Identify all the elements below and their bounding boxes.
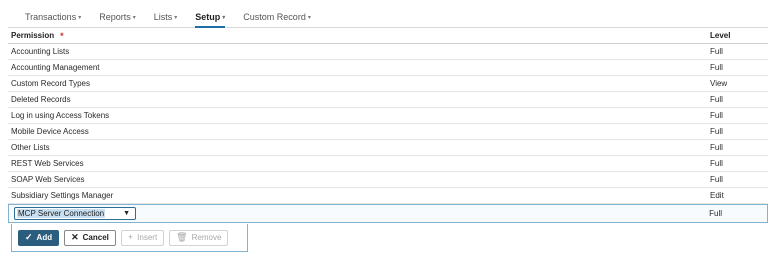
tab-label: Custom Record — [243, 12, 306, 22]
level-cell: Full — [710, 63, 723, 72]
tab-reports[interactable]: Reports ▾ — [90, 12, 145, 27]
permission-cell: Log in using Access Tokens — [11, 111, 110, 120]
insert-button[interactable]: + Insert — [120, 229, 165, 246]
table-row[interactable]: Accounting Lists Full — [8, 44, 768, 60]
table-row[interactable]: Accounting Management Full — [8, 60, 768, 76]
permission-cell: Custom Record Types — [11, 79, 90, 88]
cancel-button[interactable]: ✕ Cancel — [64, 229, 116, 246]
level-cell: Full — [710, 159, 723, 168]
permission-header-label: Permission — [11, 31, 55, 40]
row-action-bar: ✓ Add ✕ Cancel + Insert 🗑 Remove — [11, 224, 248, 252]
level-cell: Full — [710, 47, 723, 56]
remove-button[interactable]: 🗑 Remove — [169, 229, 229, 246]
subtab-bar: Transactions ▾ Reports ▾ Lists ▾ Setup ▾… — [8, 0, 768, 28]
tab-label: Setup — [195, 12, 221, 22]
permission-cell: Subsidiary Settings Manager — [11, 191, 114, 200]
table-row[interactable]: Log in using Access Tokens Full — [8, 108, 768, 124]
level-cell: Full — [710, 127, 723, 136]
level-cell: Full — [710, 175, 723, 184]
tab-label: Reports — [99, 12, 131, 22]
table-row[interactable]: Other Lists Full — [8, 140, 768, 156]
permission-cell: REST Web Services — [11, 159, 84, 168]
table-row[interactable]: SOAP Web Services Full — [8, 172, 768, 188]
add-button-label: Add — [36, 233, 53, 242]
required-marker: * — [60, 30, 64, 41]
level-cell: Edit — [710, 191, 724, 200]
permission-cell: Accounting Management — [11, 63, 100, 72]
chevron-down-icon: ▾ — [307, 14, 311, 21]
tab-label: Transactions — [25, 12, 77, 22]
permission-cell: Accounting Lists — [11, 47, 70, 56]
table-row[interactable]: Deleted Records Full — [8, 92, 768, 108]
level-cell: Full — [710, 111, 723, 120]
level-cell: Full — [710, 95, 723, 104]
table-row[interactable]: REST Web Services Full — [8, 156, 768, 172]
checkmark-icon: ✓ — [25, 232, 33, 242]
permission-cell: Mobile Device Access — [11, 127, 89, 136]
caret-down-icon: ▼ — [123, 210, 130, 217]
tab-transactions[interactable]: Transactions ▾ — [16, 12, 90, 27]
permission-cell: Deleted Records — [11, 95, 71, 104]
level-column-header: Level — [710, 31, 731, 40]
tab-custom-record[interactable]: Custom Record ▾ — [234, 12, 320, 27]
add-button[interactable]: ✓ Add — [18, 229, 60, 246]
chevron-down-icon: ▾ — [174, 14, 178, 21]
chevron-down-icon: ▾ — [222, 14, 226, 21]
level-cell: View — [710, 79, 728, 88]
permission-edit-cell: MCP Server Connection ▼ — [9, 207, 709, 220]
level-cell: Full — [710, 143, 723, 152]
permission-select-value: MCP Server Connection — [17, 209, 106, 218]
insert-button-label: Insert — [137, 233, 158, 242]
table-row[interactable]: Subsidiary Settings Manager Edit — [8, 188, 768, 204]
edit-row[interactable]: MCP Server Connection ▼ Full — [8, 204, 768, 223]
chevron-down-icon: ▾ — [132, 14, 136, 21]
chevron-down-icon: ▾ — [78, 14, 82, 21]
close-icon: ✕ — [71, 232, 79, 242]
trash-icon: 🗑 — [176, 232, 188, 242]
table-row[interactable]: Custom Record Types View — [8, 76, 768, 92]
tab-setup[interactable]: Setup ▾ — [186, 12, 234, 28]
remove-button-label: Remove — [191, 233, 222, 242]
permission-select[interactable]: MCP Server Connection ▼ — [14, 207, 136, 220]
table-header: Permission * Level — [8, 28, 768, 44]
cancel-button-label: Cancel — [82, 233, 109, 242]
permission-cell: Other Lists — [11, 143, 50, 152]
plus-icon: + — [127, 232, 134, 242]
permission-cell: SOAP Web Services — [11, 175, 85, 184]
table-row[interactable]: Mobile Device Access Full — [8, 124, 768, 140]
permission-column-header: Permission * — [8, 31, 710, 41]
permissions-subtab-page: Transactions ▾ Reports ▾ Lists ▾ Setup ▾… — [8, 0, 768, 259]
tab-lists[interactable]: Lists ▾ — [145, 12, 187, 27]
level-edit-cell[interactable]: Full — [709, 209, 767, 218]
permissions-table: Permission * Level Accounting Lists Full… — [8, 28, 768, 223]
tab-label: Lists — [153, 12, 173, 22]
